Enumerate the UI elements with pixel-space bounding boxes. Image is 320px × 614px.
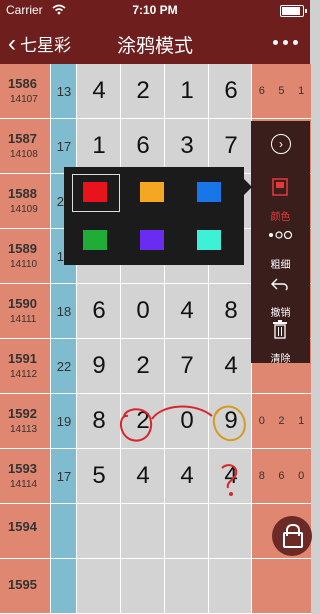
swatch-blue[interactable] — [197, 182, 221, 202]
battery-icon — [280, 5, 307, 17]
doodle-red-link — [151, 405, 213, 420]
back-label: 七星彩 — [20, 36, 71, 55]
doodle-red-circle — [120, 408, 153, 442]
undo-icon — [271, 278, 288, 291]
swatch-cyan[interactable] — [197, 230, 221, 250]
trash-icon — [273, 320, 287, 339]
nav-bar: ‹ 七星彩 涂鸦模式 — [0, 20, 310, 64]
table-row: 1595 — [0, 559, 311, 614]
back-button[interactable]: ‹ 七星彩 — [8, 31, 71, 56]
status-time: 7:10 PM — [132, 3, 178, 17]
lock-body — [283, 532, 303, 548]
swatch-purple[interactable] — [140, 230, 164, 250]
dot-icon — [273, 40, 278, 45]
doodle-red-question — [221, 464, 238, 489]
sum-cell — [50, 559, 77, 614]
doodle-red-dot — [229, 492, 233, 496]
clear-label: 清除 — [270, 354, 291, 365]
status-bar: Carrier 7:10 PM — [0, 0, 310, 20]
lock-button[interactable] — [272, 516, 312, 556]
dot-icon — [293, 40, 298, 45]
thickness-icon — [269, 231, 293, 239]
extra-digits-cell — [251, 559, 311, 614]
color-palette-popup — [64, 167, 252, 265]
doodle-orange-circle — [212, 405, 246, 442]
swatch-orange[interactable] — [140, 182, 164, 202]
swatch-green[interactable] — [83, 230, 107, 250]
color-palette-icon — [272, 178, 288, 196]
swatch-red[interactable] — [83, 182, 107, 202]
period-cell: 1595 — [0, 559, 50, 614]
digit-cell — [120, 559, 165, 614]
chevron-right-icon: › — [271, 134, 291, 154]
digit-cell — [76, 559, 121, 614]
chevron-left-icon: ‹ — [8, 29, 16, 57]
digit-cell — [208, 559, 253, 614]
period-number: 1595 — [8, 577, 37, 592]
clear-button[interactable]: 清除 — [251, 311, 310, 371]
doodle-toolbar: › 颜色 粗细 撤销 清除 — [251, 121, 310, 365]
more-options-button[interactable] — [273, 40, 298, 45]
dot-icon — [283, 40, 288, 45]
digit-cell — [164, 559, 209, 614]
